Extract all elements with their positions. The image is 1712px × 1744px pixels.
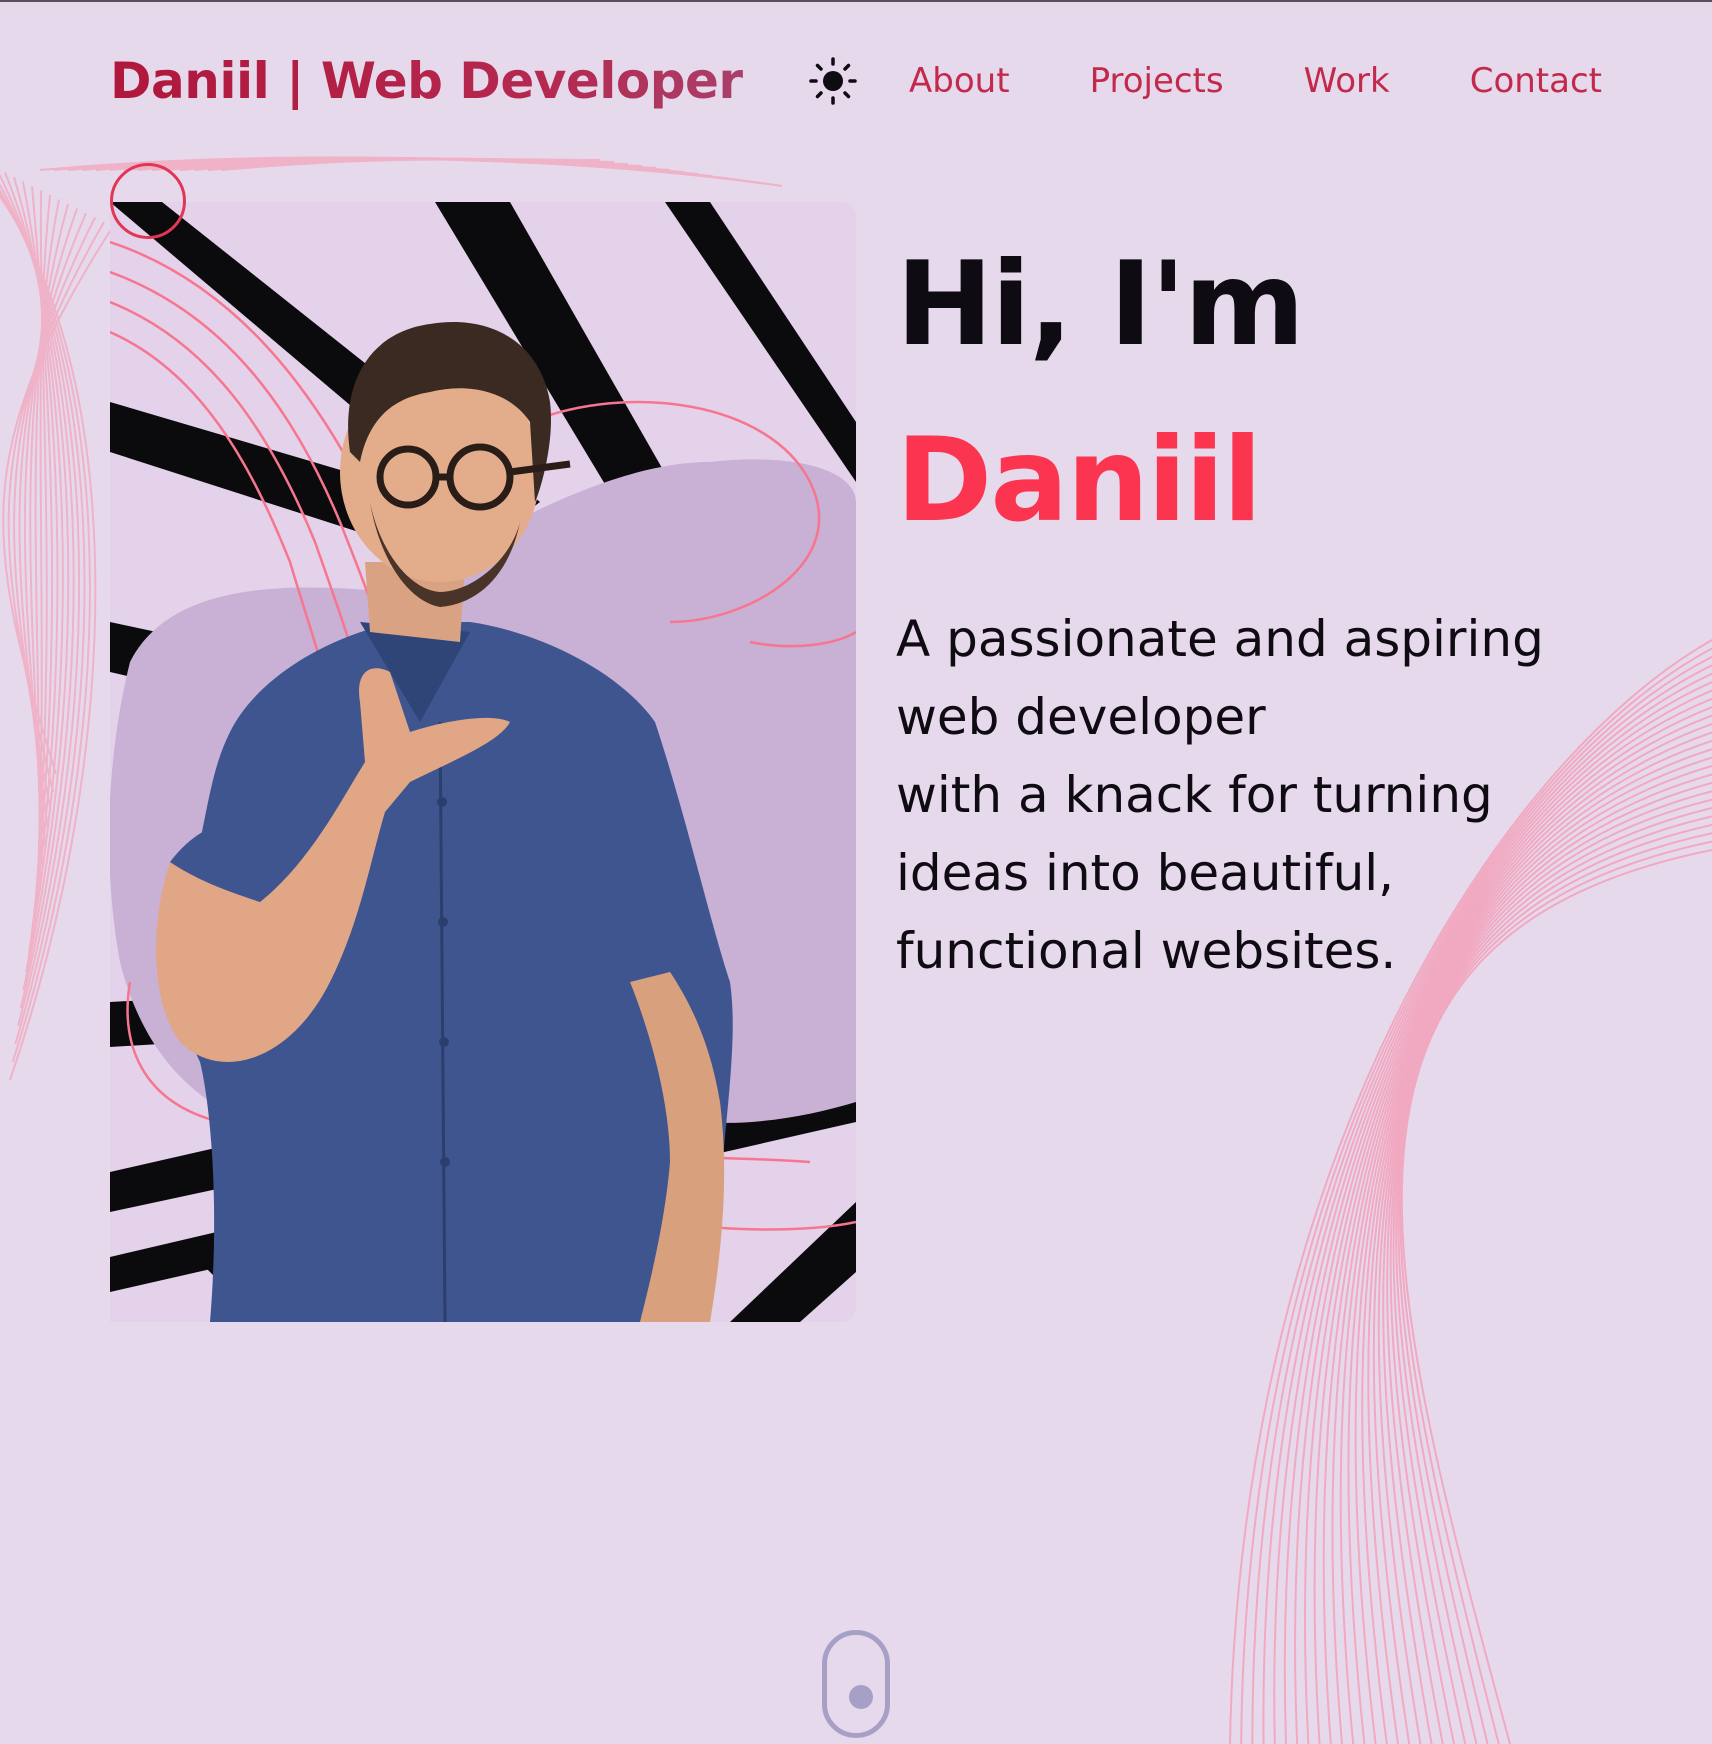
portrait-artwork (110, 202, 856, 1322)
tagline-line: with a knack for turning (896, 766, 1493, 824)
tagline-line: A passionate and aspiring (896, 610, 1544, 668)
hero-greeting: Hi, I'm (896, 237, 1305, 372)
tagline-line: web developer (896, 688, 1266, 746)
main-nav: About Projects Work Contact (909, 61, 1602, 101)
nav-link-about[interactable]: About (909, 61, 1010, 101)
sun-icon (808, 57, 857, 105)
scroll-wheel-dot (849, 1685, 873, 1709)
site-header: Daniil | Web Developer About Projects Wo… (110, 40, 1602, 122)
cursor-ring (110, 163, 186, 239)
portrait-photo (110, 202, 856, 1322)
nav-link-contact[interactable]: Contact (1470, 61, 1602, 101)
mouse-scroll-icon[interactable] (822, 1630, 890, 1738)
hero-name: Daniil (896, 413, 1262, 548)
nav-link-work[interactable]: Work (1304, 61, 1390, 101)
tagline-line: functional websites. (896, 922, 1397, 980)
theme-toggle-button[interactable] (807, 55, 859, 107)
nav-link-projects[interactable]: Projects (1090, 61, 1224, 101)
site-logo[interactable]: Daniil | Web Developer (110, 52, 743, 110)
tagline-line: ideas into beautiful, (896, 844, 1395, 902)
hero-tagline: A passionate and aspiring web developer … (896, 600, 1616, 990)
top-divider (0, 0, 1712, 2)
hero-intro: Hi, I'm Daniil A passionate and aspiring… (896, 240, 1616, 1040)
